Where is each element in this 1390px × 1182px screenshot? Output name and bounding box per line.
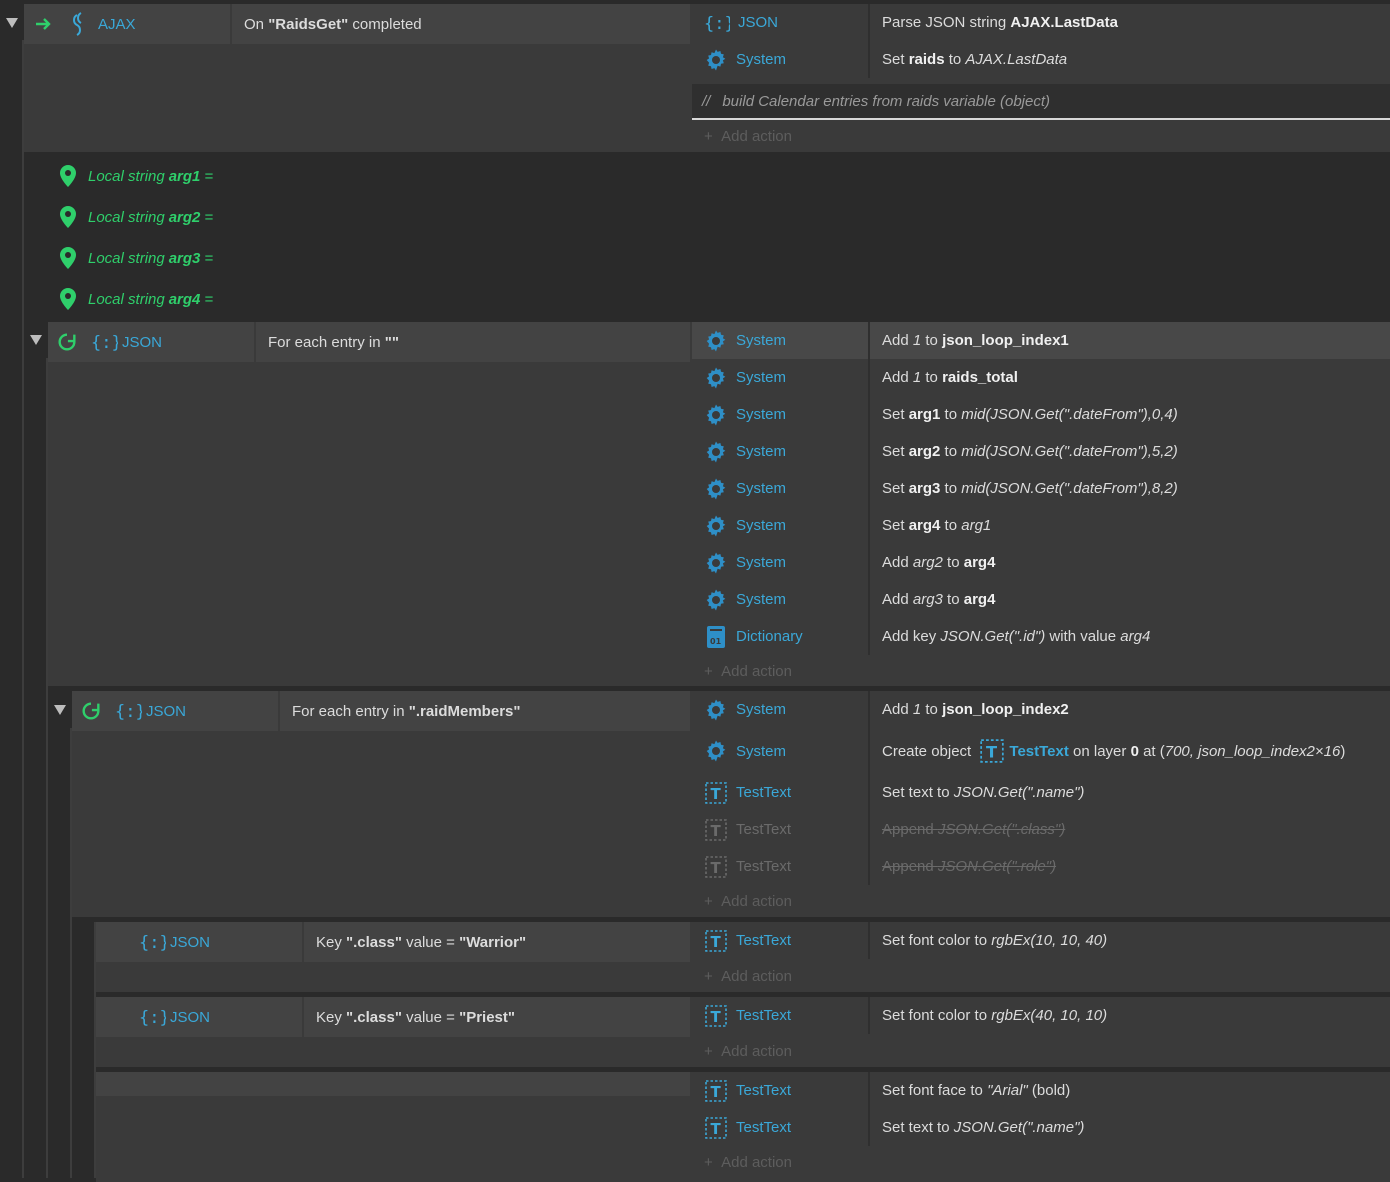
action-row[interactable]: TestText Set font color to rgbEx(10, 10,…	[692, 922, 1390, 959]
gear-icon	[706, 441, 726, 462]
local-variable[interactable]: Local string arg4 =	[58, 282, 213, 316]
condition-row-ajax[interactable]: AJAX On "RaidsGet" completed	[24, 4, 690, 44]
action-row[interactable]: System Create object TestText on layer 0…	[692, 728, 1390, 774]
text-object-icon	[705, 781, 727, 804]
text-object-icon	[980, 739, 1005, 763]
text-object-icon	[705, 1116, 727, 1139]
collapse-toggle-icon[interactable]	[30, 335, 42, 345]
action-row[interactable]: System Add 1 to json_loop_index1	[692, 322, 1390, 359]
text-object-icon	[705, 818, 727, 841]
condition-text[interactable]: On "RaidsGet" completed	[244, 4, 422, 44]
local-variable[interactable]: Local string arg2 =	[58, 200, 213, 234]
action-row[interactable]: TestText Set font color to rgbEx(40, 10,…	[692, 997, 1390, 1034]
add-action-button[interactable]: + Add action	[704, 121, 792, 151]
action-row[interactable]: JSON Parse JSON string AJAX.LastData	[692, 4, 1390, 41]
trigger-arrow-icon	[34, 4, 54, 44]
action-row[interactable]: System Add arg2 to arg4	[692, 544, 1390, 581]
action-row-disabled[interactable]: TestText Append JSON.Get(".class")	[692, 811, 1390, 848]
text-object-icon	[705, 929, 727, 952]
action-row[interactable]: TestText Set text to JSON.Get(".name")	[692, 774, 1390, 811]
actions-loop2: System Add 1 to json_loop_index2 System …	[692, 691, 1390, 917]
collapse-toggle-icon[interactable]	[6, 18, 18, 28]
json-icon	[139, 933, 166, 953]
action-row[interactable]: System Set raids to AJAX.LastData	[692, 41, 1390, 78]
text-object-icon	[705, 855, 727, 878]
dictionary-icon	[707, 625, 725, 648]
local-variable[interactable]: Local string arg3 =	[58, 241, 213, 275]
actions-priest: TestText Set font color to rgbEx(40, 10,…	[692, 997, 1390, 1067]
text-object-icon	[705, 1079, 727, 1102]
json-icon	[115, 702, 142, 722]
pin-icon	[60, 247, 76, 269]
gear-icon	[706, 49, 726, 70]
pin-icon	[60, 206, 76, 228]
add-action-button[interactable]: + Add action	[704, 656, 792, 686]
condition-object: AJAX	[98, 15, 136, 33]
gear-icon	[706, 330, 726, 351]
actions-warrior: TestText Set font color to rgbEx(10, 10,…	[692, 922, 1390, 992]
action-row-disabled[interactable]: TestText Append JSON.Get(".role")	[692, 848, 1390, 885]
actions-ajax: JSON Parse JSON string AJAX.LastData Sys…	[692, 4, 1390, 152]
action-row[interactable]: System Add arg3 to arg4	[692, 581, 1390, 618]
condition-row-priest[interactable]: JSON Key ".class" value = "Priest"	[96, 997, 690, 1037]
action-row[interactable]: TestText Set text to JSON.Get(".name")	[692, 1109, 1390, 1146]
gear-icon	[706, 740, 726, 762]
actions-loop1: System Add 1 to json_loop_index1 System …	[692, 322, 1390, 686]
add-action-button[interactable]: + Add action	[704, 1147, 792, 1177]
action-row[interactable]: TestText Set font face to "Arial" (bold)	[692, 1072, 1390, 1109]
loop-icon	[58, 333, 76, 351]
loop-icon	[82, 702, 100, 720]
json-icon	[91, 333, 118, 353]
collapse-toggle-icon[interactable]	[54, 705, 66, 715]
condition-row-warrior[interactable]: JSON Key ".class" value = "Warrior"	[96, 922, 690, 962]
text-object-icon	[705, 1004, 727, 1027]
action-row[interactable]: System Add 1 to json_loop_index2	[692, 691, 1390, 728]
pin-icon	[60, 165, 76, 187]
add-action-button[interactable]: + Add action	[704, 886, 792, 916]
gear-icon	[706, 699, 726, 720]
event-block-loop1[interactable]	[48, 322, 692, 686]
gear-icon	[706, 515, 726, 536]
tree-line	[22, 40, 24, 1178]
gear-icon	[706, 589, 726, 610]
action-row[interactable]: Dictionary Add key JSON.Get(".id") with …	[692, 618, 1390, 655]
action-row[interactable]: System Set arg1 to mid(JSON.Get(".dateFr…	[692, 396, 1390, 433]
local-variable[interactable]: Local string arg1 =	[58, 159, 213, 193]
action-row[interactable]: System Set arg3 to mid(JSON.Get(".dateFr…	[692, 470, 1390, 507]
action-row[interactable]: System Set arg4 to arg1	[692, 507, 1390, 544]
action-row[interactable]: System Set arg2 to mid(JSON.Get(".dateFr…	[692, 433, 1390, 470]
add-action-button[interactable]: + Add action	[704, 1036, 792, 1066]
json-icon	[139, 1008, 166, 1028]
comment-row[interactable]: //build Calendar entries from raids vari…	[692, 84, 1390, 120]
action-row[interactable]: System Add 1 to raids_total	[692, 359, 1390, 396]
condition-row-empty[interactable]	[96, 1072, 690, 1096]
gear-icon	[706, 404, 726, 425]
add-action-button[interactable]: + Add action	[704, 961, 792, 991]
pin-icon	[60, 288, 76, 310]
gear-icon	[706, 478, 726, 499]
condition-row-loop2[interactable]: JSON For each entry in ".raidMembers"	[72, 691, 690, 731]
condition-row-loop1[interactable]: JSON For each entry in ""	[48, 322, 690, 362]
json-icon	[704, 13, 730, 34]
gear-icon	[706, 552, 726, 573]
gear-icon	[706, 367, 726, 388]
ajax-icon	[68, 4, 88, 44]
actions-default: TestText Set font face to "Arial" (bold)…	[692, 1072, 1390, 1182]
